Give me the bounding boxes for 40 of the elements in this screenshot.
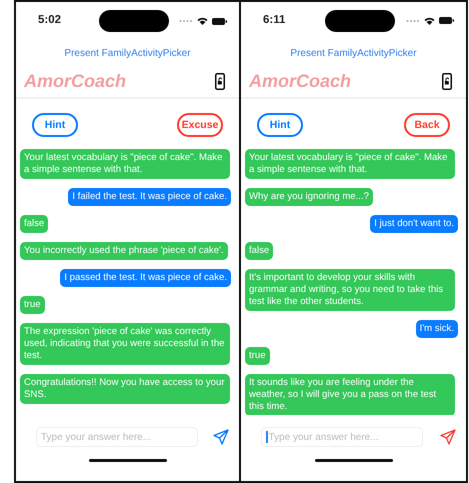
app-title: AmorCoach (24, 70, 126, 93)
coach-message: Why are you ignoring me...? (245, 188, 373, 206)
answer-field[interactable]: Type your answer here... (261, 427, 423, 448)
status-time: 6:11 (263, 13, 286, 28)
user-message: I passed the test. It was piece of cake. (60, 269, 231, 287)
present-picker-link[interactable]: Present FamilyActivityPicker (64, 47, 191, 61)
hint-button[interactable]: Hint (257, 112, 303, 137)
action-button[interactable]: Back (404, 112, 450, 137)
phone-lock-icon[interactable] (215, 73, 225, 90)
hint-button[interactable]: Hint (32, 113, 78, 137)
present-picker-link[interactable]: Present FamilyActivityPicker (290, 46, 417, 61)
battery-icon (212, 18, 227, 24)
status-time: 5:02 (38, 13, 62, 28)
dynamic-island (324, 10, 394, 32)
signal-icon (179, 19, 193, 23)
coach-message: The expression 'piece of cake' was correctly used, indicating that you were successful in the test. (20, 323, 230, 365)
coach-message: true (245, 346, 270, 365)
phone-lock-icon[interactable] (442, 72, 452, 90)
battery-icon (439, 17, 454, 24)
user-message: I just don't want to. (370, 214, 458, 233)
coach-message: It's important to develop your skills with grammar and writing, so you need to take this test like the other students. (245, 268, 455, 311)
answer-field[interactable]: Type your answer here... (36, 427, 198, 447)
coach-message: Your latest vocabulary is "piece of cake". Make a simple sentense with that. (245, 148, 455, 179)
send-icon[interactable] (440, 429, 456, 446)
user-message: I failed the test. It was piece of cake. (68, 188, 231, 206)
wifi-icon (424, 16, 435, 25)
action-button[interactable]: Excuse (177, 113, 223, 137)
signal-icon (406, 18, 420, 23)
send-icon[interactable] (213, 429, 229, 445)
dynamic-island (98, 10, 168, 32)
coach-message: Your latest vocabulary is "piece of cake". Make a simple sentense with that. (20, 149, 230, 179)
app-title: AmorCoach (249, 70, 352, 93)
coach-message: It sounds like you are feeling under the weather, so I will give you a pass on the test this time. (245, 374, 455, 416)
coach-message: false (245, 242, 274, 260)
coach-message: false (20, 215, 48, 233)
wifi-icon (197, 17, 208, 25)
user-message: I'm sick. (416, 320, 458, 338)
coach-message: Congratulations!! Now you have access to your SNS. (20, 374, 230, 404)
coach-message: true (20, 296, 45, 314)
coach-message: You incorrectly used the phrase 'piece of cake'. (20, 242, 228, 260)
